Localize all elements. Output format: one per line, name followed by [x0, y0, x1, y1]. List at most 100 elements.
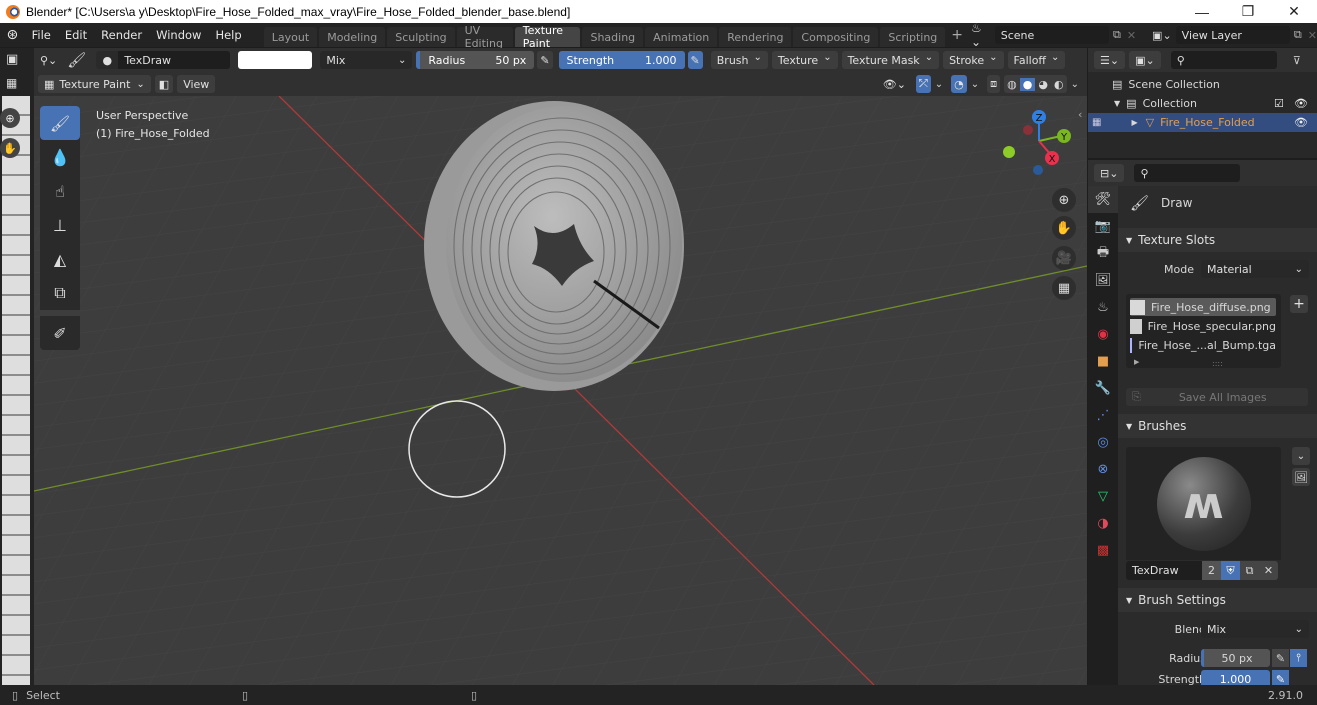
collapse-arrow-icon[interactable]: ▼: [1114, 99, 1120, 108]
menu-window[interactable]: Window: [149, 28, 208, 42]
exclude-checkbox[interactable]: ☑: [1274, 97, 1284, 110]
brush-name-field[interactable]: TexDraw: [118, 51, 231, 69]
properties-editor-type-icon[interactable]: ⊟⌄: [1094, 164, 1125, 182]
gizmo-toggle-icon[interactable]: ⤱: [915, 75, 931, 93]
close-window-button[interactable]: ✕: [1271, 0, 1317, 23]
radius-slider[interactable]: Radius 50 px: [416, 51, 535, 69]
scene-tab-icon[interactable]: ♨: [1088, 294, 1118, 321]
outliner-search-input[interactable]: ⚲: [1170, 51, 1277, 69]
workspace-tab-shading[interactable]: Shading: [582, 27, 644, 47]
view-menu[interactable]: View: [177, 75, 216, 93]
save-all-images-button[interactable]: ⎘ Save All Images: [1126, 388, 1308, 406]
display-mode-icon[interactable]: ▣⌄: [1129, 51, 1161, 69]
resize-handle[interactable]: ::::: [1212, 359, 1223, 368]
clone-tool[interactable]: ⊥: [40, 208, 80, 242]
list-options-icon[interactable]: ▶: [1134, 358, 1139, 366]
delete-view-layer-icon[interactable]: ✕: [1308, 29, 1317, 42]
brush-dropdown-icon[interactable]: ⌄: [1292, 447, 1310, 465]
zoom-view-icon[interactable]: ⊕: [1052, 188, 1076, 212]
delete-scene-icon[interactable]: ✕: [1127, 29, 1136, 42]
material-tab-icon[interactable]: ◑: [1088, 510, 1118, 537]
constraints-tab-icon[interactable]: ⊗: [1088, 456, 1118, 483]
mode-dropdown[interactable]: Material ⌄: [1201, 260, 1309, 278]
menu-render[interactable]: Render: [94, 28, 149, 42]
brush-menu[interactable]: Brush: [710, 51, 768, 69]
texture-slot-item[interactable]: Fire_Hose_specular.png: [1130, 317, 1276, 335]
new-scene-icon[interactable]: ⧉: [1113, 28, 1121, 42]
soften-tool[interactable]: 💧: [40, 140, 80, 174]
orthographic-toggle-icon[interactable]: ▦: [1052, 276, 1076, 300]
strength-pressure-icon[interactable]: ✎: [687, 51, 703, 69]
visibility-eye-icon[interactable]: 👁: [1294, 116, 1308, 129]
maximize-button[interactable]: ❐: [1225, 0, 1271, 23]
view-layer-icon[interactable]: ▣⌄: [1152, 29, 1172, 42]
workspace-tab-scripting[interactable]: Scripting: [880, 27, 946, 47]
view-layer-tab-icon[interactable]: 🖼: [1088, 267, 1118, 294]
outliner-object-row[interactable]: ▦ ▶ ▽ Fire_Hose_Folded 👁: [1088, 113, 1317, 132]
overlay-toggle-icon[interactable]: ◔: [951, 75, 967, 93]
blend-mode-dropdown[interactable]: Mix ⌄: [320, 51, 413, 69]
radius-pressure-icon[interactable]: ✎: [537, 51, 553, 69]
duplicate-brush-icon[interactable]: ⧉: [1240, 561, 1259, 580]
object-tab-icon[interactable]: ■: [1088, 348, 1118, 375]
brush-color-swatch[interactable]: [238, 51, 313, 69]
draw-tool[interactable]: 🖌: [40, 106, 80, 140]
zoom-icon[interactable]: ⊕: [0, 108, 20, 128]
outliner-editor-type-icon[interactable]: ☰⌄: [1094, 51, 1126, 69]
view-layer-field[interactable]: View Layer: [1175, 26, 1290, 44]
brush-user-count[interactable]: 2: [1202, 561, 1221, 580]
workspace-tab-uv-editing[interactable]: UV Editing: [456, 24, 513, 50]
rendered-shading-icon[interactable]: ◐: [1051, 78, 1067, 91]
visibility-icon[interactable]: 👁⌄: [877, 75, 912, 93]
physics-tab-icon[interactable]: ◎: [1088, 429, 1118, 456]
workspace-tab-compositing[interactable]: Compositing: [793, 27, 879, 47]
new-view-layer-icon[interactable]: ⧉: [1294, 28, 1302, 42]
strength-slider[interactable]: Strength 1.000: [558, 51, 685, 69]
shading-dropdown-icon[interactable]: ⌄: [1071, 79, 1079, 90]
mode-dropdown[interactable]: ▦ Texture Paint ⌄: [38, 75, 151, 93]
pan-view-icon[interactable]: ✋: [1052, 216, 1076, 240]
texture-mask-menu[interactable]: Texture Mask: [841, 51, 940, 69]
pan-hand-icon[interactable]: ✋: [0, 138, 20, 158]
sidebar-toggle-icon[interactable]: ‹: [1078, 108, 1082, 121]
scene-selector-icon[interactable]: ♨⌄: [971, 21, 991, 49]
stroke-menu[interactable]: Stroke: [943, 51, 1004, 69]
falloff-menu[interactable]: Falloff: [1007, 51, 1066, 69]
unlink-brush-icon[interactable]: ✕: [1259, 561, 1278, 580]
menu-file[interactable]: File: [25, 28, 58, 42]
tool-tab-icon[interactable]: 🛠: [1088, 186, 1118, 213]
smear-tool[interactable]: ☝: [40, 174, 80, 208]
world-tab-icon[interactable]: ◉: [1088, 321, 1118, 348]
blend-dropdown[interactable]: Mix ⌄: [1201, 620, 1309, 638]
blender-menu-icon[interactable]: ⊛: [0, 27, 25, 43]
radius-pressure-icon[interactable]: ✎: [1272, 649, 1289, 667]
tool-options-icon[interactable]: ⚲⌄: [34, 51, 63, 69]
solid-shading-icon[interactable]: ●: [1019, 77, 1036, 91]
expand-arrow-icon[interactable]: ▶: [1131, 118, 1137, 127]
brush-preview[interactable]: ʍ: [1126, 447, 1281, 560]
3d-viewport[interactable]: 🖌 💧 ☝ ⊥ ◭ ⧉ ✐ User Perspective (1) Fire_…: [34, 96, 1087, 685]
workspace-tab-layout[interactable]: Layout: [263, 27, 318, 47]
texture-slot-item[interactable]: Fire_Hose_diffuse.png: [1130, 298, 1276, 316]
editor-type-icon[interactable]: ▣: [6, 52, 18, 67]
output-tab-icon[interactable]: 🖶: [1088, 240, 1118, 267]
brush-image-icon[interactable]: 🖼: [1292, 468, 1310, 486]
brush-name-field[interactable]: TexDraw: [1126, 561, 1202, 580]
minimize-button[interactable]: —: [1179, 0, 1225, 23]
gizmo-dropdown-icon[interactable]: ⌄: [935, 79, 943, 90]
filter-icon[interactable]: ⊽: [1293, 54, 1301, 67]
menu-edit[interactable]: Edit: [58, 28, 94, 42]
brushes-panel-header[interactable]: ▼ Brushes: [1118, 414, 1317, 438]
add-texture-slot-button[interactable]: +: [1290, 295, 1308, 313]
texture-paint-mode-icon[interactable]: ▦: [6, 76, 17, 90]
camera-view-icon[interactable]: 🎥: [1052, 246, 1076, 270]
texture-tab-icon[interactable]: ▩: [1088, 537, 1118, 564]
navigation-gizmo[interactable]: Z Y X: [999, 109, 1079, 189]
radius-field[interactable]: 50 px: [1201, 649, 1270, 667]
workspace-tab-modeling[interactable]: Modeling: [319, 27, 386, 47]
texture-slots-panel-header[interactable]: ▼ Texture Slots: [1118, 228, 1317, 252]
fill-tool[interactable]: ◭: [40, 242, 80, 276]
menu-help[interactable]: Help: [208, 28, 248, 42]
xray-toggle-icon[interactable]: ⧈: [987, 75, 1001, 93]
texture-menu[interactable]: Texture: [771, 51, 838, 69]
